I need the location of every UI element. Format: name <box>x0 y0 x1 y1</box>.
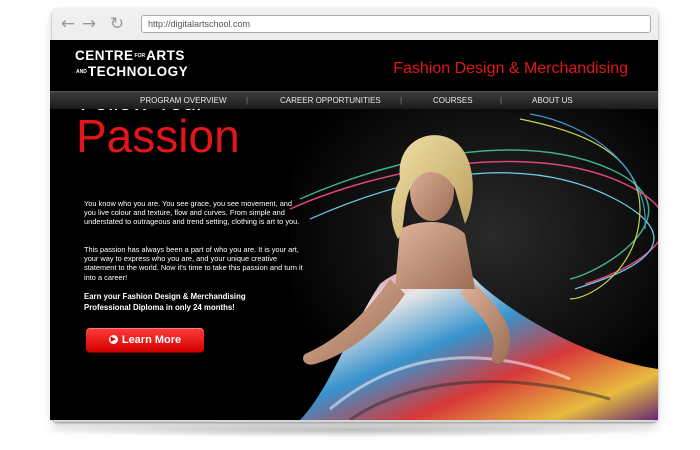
nav-about-us[interactable]: ABOUT US <box>532 92 573 109</box>
address-bar[interactable]: http://digitalartschool.com <box>141 15 651 33</box>
diploma-cta-text: Earn your Fashion Design & Merchandising… <box>84 292 246 312</box>
nav-separator: | <box>500 96 503 105</box>
site-header: CENTREFORARTS ANDTECHNOLOGY Fashion Desi… <box>50 40 658 91</box>
browser-shadow <box>30 422 670 438</box>
nav-career-opportunities[interactable]: CAREER OPPORTUNITIES <box>280 92 381 109</box>
logo-word-technology: TECHNOLOGY <box>87 64 189 79</box>
website-viewport: CENTREFORARTS ANDTECHNOLOGY Fashion Desi… <box>50 40 658 420</box>
hero-section: Follow Your Passion You know who you are… <box>50 109 658 420</box>
reload-icon[interactable]: ↻ <box>108 15 126 33</box>
main-nav: PROGRAM OVERVIEW | CAREER OPPORTUNITIES … <box>50 91 658 109</box>
learn-more-button[interactable]: ▶ Learn More <box>86 328 204 352</box>
learn-more-label: Learn More <box>121 334 182 346</box>
program-title: Fashion Design & Merchandising <box>393 60 628 77</box>
headline-passion: Passion <box>76 110 240 162</box>
logo-word-centre: CENTRE <box>75 48 134 63</box>
arrow-circle-icon: ▶ <box>108 334 118 344</box>
browser-toolbar: ← → ↻ http://digitalartschool.com <box>52 8 658 40</box>
nav-program-overview[interactable]: PROGRAM OVERVIEW <box>140 92 227 109</box>
intro-paragraph: You know who you are. You see grace, you… <box>84 199 300 227</box>
logo-word-arts: ARTS <box>146 48 185 63</box>
nav-separator: | <box>246 96 249 105</box>
back-arrow-icon[interactable]: ← <box>59 15 77 33</box>
forward-arrow-icon[interactable]: → <box>80 15 98 33</box>
nav-separator: | <box>400 96 403 105</box>
site-logo[interactable]: CENTREFORARTS ANDTECHNOLOGY <box>75 48 188 80</box>
nav-courses[interactable]: COURSES <box>433 92 473 109</box>
passion-paragraph: This passion has always been a part of w… <box>84 245 303 282</box>
logo-small-for: FOR <box>134 52 146 59</box>
logo-small-and: AND <box>76 68 87 75</box>
